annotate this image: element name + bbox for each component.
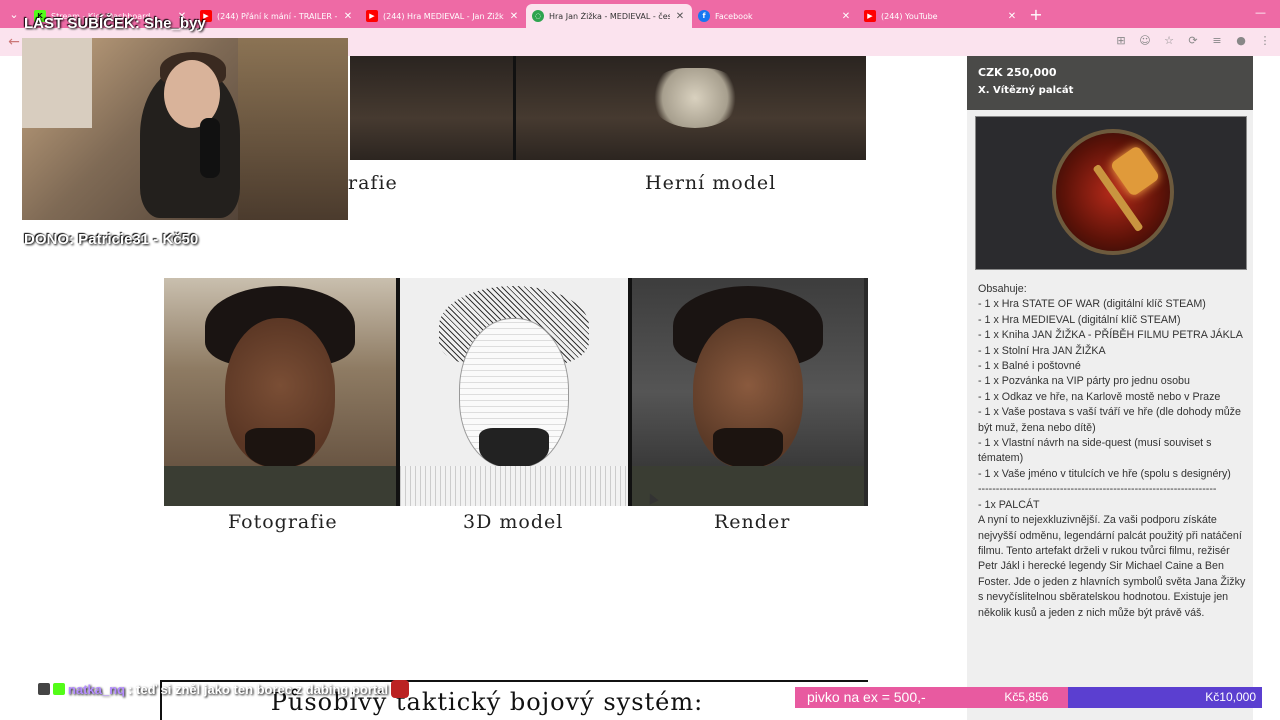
donation-label: DONO: Patricie31 - Kč50	[24, 231, 199, 248]
window	[22, 38, 92, 128]
medal-frame	[1052, 129, 1174, 255]
contents-line: - 1 x Vlastní návrh na side-quest (musí …	[978, 437, 1212, 465]
render-portrait	[632, 278, 864, 506]
contents-line: - 1 x Stolní Hra JAN ŽIŽKA	[978, 344, 1106, 357]
tab-close-icon[interactable]: ✕	[674, 11, 686, 22]
caption-fotografie: Fotografie	[228, 511, 338, 533]
contents-line: - 1 x Kniha JAN ŽIŽKA - PŘÍBĚH FILMU PET…	[978, 329, 1243, 342]
screen: ⌄ K Stream - Kick Dashboard ✕ ▶ (244) Př…	[0, 0, 1280, 720]
goal-max: Kč10,000	[1205, 690, 1256, 704]
tab-close-icon[interactable]: ✕	[342, 11, 354, 22]
mesh-shoulders	[400, 466, 628, 506]
contents-line: - 1 x Odkaz ve hře, na Karlově mostě neb…	[978, 390, 1221, 403]
extension-icon[interactable]: ⟳	[1186, 34, 1200, 47]
wireframe-portrait	[396, 278, 632, 506]
goal-remaining: Kč10,000	[1068, 687, 1262, 708]
tab-close-icon[interactable]: ✕	[508, 11, 520, 22]
badge-icon	[38, 683, 50, 695]
caption-herni-model: Herní model	[645, 172, 777, 194]
portrait-comparison	[164, 278, 868, 506]
facebook-icon: f	[698, 10, 710, 22]
herni-model-image	[350, 56, 866, 160]
contents-line: Obsahuje:	[978, 283, 1027, 295]
photo-portrait	[164, 278, 396, 506]
clothing	[632, 466, 864, 506]
tab-title: (244) Hra MEDIEVAL - Jan Žižka - S	[383, 11, 504, 21]
profile-icon[interactable]: ●	[1234, 34, 1248, 47]
last-sub-label: LAST SUBÍČEK: She_byy	[24, 15, 206, 32]
beard	[713, 428, 783, 468]
menu-icon[interactable]: ⋮	[1258, 34, 1272, 47]
star-icon[interactable]: ☆	[1162, 34, 1176, 47]
mace-reward-image	[975, 116, 1247, 270]
goal-progress-fill: pivko na ex = 500,- Kč5,856	[795, 687, 1069, 708]
tab-close-icon[interactable]: ✕	[840, 11, 852, 22]
contents-line: - 1 x Hra MEDIEVAL (digitální klíč STEAM…	[978, 313, 1181, 326]
tab-title: Hra Jan Žižka - MEDIEVAL - český	[549, 11, 670, 21]
site-icon: ◌	[532, 10, 544, 22]
tab-jan-zizka-active[interactable]: ◌ Hra Jan Žižka - MEDIEVAL - český ✕	[526, 4, 692, 28]
chat-username: natka_nq	[68, 681, 126, 697]
contents-line: - 1x PALCÁT	[978, 498, 1040, 511]
youtube-icon: ▶	[366, 10, 378, 22]
reward-contents: Obsahuje: - 1 x Hra STATE OF WAR (digitá…	[978, 282, 1248, 621]
chainmail	[164, 466, 396, 506]
webcam-overlay	[22, 38, 348, 220]
beard	[479, 428, 549, 468]
goal-current: Kč5,856	[1004, 690, 1049, 704]
emote-icon	[391, 680, 410, 698]
donation-goal-bar: pivko na ex = 500,- Kč5,856 Kč10,000	[795, 687, 1262, 708]
tab-title: Facebook	[715, 11, 753, 21]
chat-text: : teď si zněl jako ten borec z dabing po…	[128, 681, 389, 697]
kick-badge-icon	[53, 683, 65, 695]
tab-title: (244) YouTube	[881, 11, 938, 21]
reward-card: Obsahuje: - 1 x Hra STATE OF WAR (digitá…	[967, 110, 1253, 720]
caption-render: Render	[714, 511, 791, 533]
minimize-icon[interactable]: —	[1255, 6, 1266, 19]
equalizer-icon[interactable]: ≡	[1210, 34, 1224, 47]
reward-price: CZK 250,000	[978, 66, 1057, 79]
contents-line: - 1 x Hra STATE OF WAR (digitální klíč S…	[978, 298, 1206, 311]
contents-line: - 1 x Vaše postava s vaší tváří ve hře (…	[978, 406, 1241, 434]
contents-line: - 1 x Pozvánka na VIP párty pro jednu os…	[978, 375, 1190, 388]
image-divider	[513, 56, 516, 160]
goal-label: pivko na ex = 500,-	[807, 689, 926, 705]
microphone-icon	[200, 118, 220, 178]
tab-youtube-medieval[interactable]: ▶ (244) Hra MEDIEVAL - Jan Žižka - S ✕	[360, 4, 526, 28]
reward-name: X. Vítězný palcát	[978, 85, 1074, 96]
tab-youtube-home[interactable]: ▶ (244) YouTube ✕	[858, 4, 1024, 28]
tab-facebook[interactable]: f Facebook ✕	[692, 4, 858, 28]
youtube-icon: ▶	[864, 10, 876, 22]
new-tab-button[interactable]: +	[1024, 5, 1048, 24]
contents-line: - 1 x Balné i poštovné	[978, 360, 1081, 373]
caption-3d-model: 3D model	[463, 511, 564, 533]
beard-detail	[650, 68, 740, 128]
grid-icon[interactable]: ⊞	[1114, 34, 1128, 47]
toolbar-icons: ⊞ ☺ ☆ ⟳ ≡ ● ⋮	[1114, 34, 1272, 47]
caption-fotografie-top: rafie	[348, 172, 398, 194]
tab-title: (244) Přání k mání - TRAILER - You	[217, 11, 338, 21]
tab-close-icon[interactable]: ✕	[1006, 11, 1018, 22]
shelf	[238, 38, 348, 220]
emoji-icon[interactable]: ☺	[1138, 34, 1152, 47]
tab-youtube-trailer[interactable]: ▶ (244) Přání k mání - TRAILER - You ✕	[194, 4, 360, 28]
contents-separator: ----------------------------------------…	[978, 483, 1217, 496]
beard	[245, 428, 315, 468]
chat-message: natka_nq : teď si zněl jako ten borec z …	[38, 680, 410, 698]
reward-header[interactable]: CZK 250,000 X. Vítězný palcát	[967, 56, 1253, 110]
reward-description: A nyní to nejexkluzivnější. Za vaši podp…	[978, 514, 1246, 619]
contents-line: - 1 x Vaše jméno v titulcích ve hře (spo…	[978, 467, 1231, 480]
